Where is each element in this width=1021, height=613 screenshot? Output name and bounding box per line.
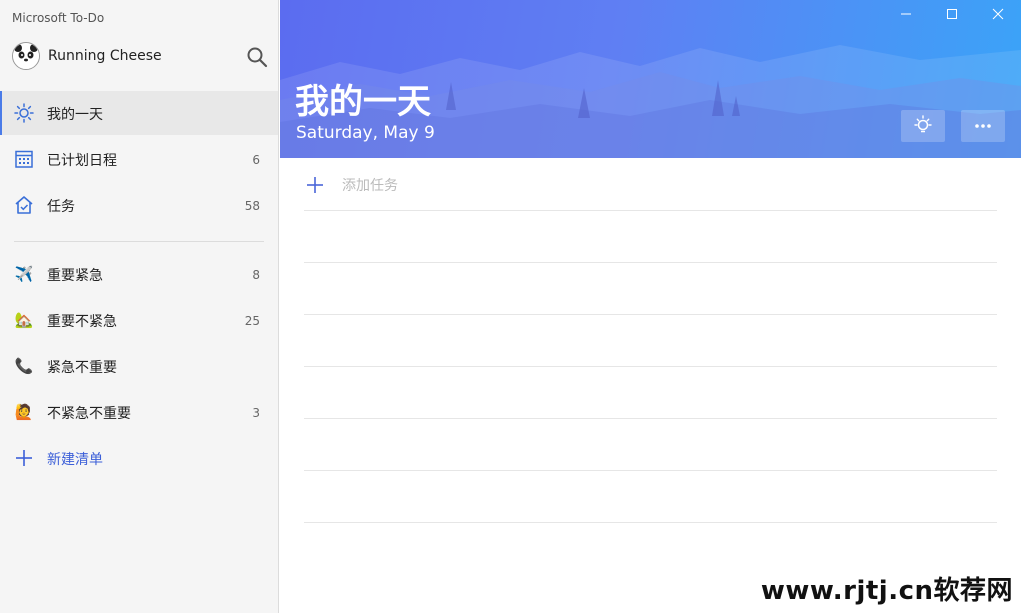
close-icon [992, 8, 1004, 20]
add-task-button[interactable] [304, 174, 326, 196]
more-options-button[interactable] [961, 110, 1005, 142]
list-item-label: 紧急不重要 [47, 360, 117, 376]
list-item-label: 重要紧急 [47, 268, 103, 284]
minimize-button[interactable] [883, 0, 929, 32]
minimize-icon [901, 13, 911, 15]
main-pane: 我的一天 Saturday, May 9 添加任务 www.rjtj.cn软荐网 [280, 0, 1021, 613]
list-item-important-urgent[interactable]: ✈️ 重要紧急 8 [0, 252, 278, 296]
new-list-button[interactable]: 新建清单 [0, 436, 278, 480]
page-title: 我的一天 [295, 82, 431, 122]
more-icon [975, 124, 991, 128]
home-icon [14, 195, 34, 215]
sidebar-item-label: 已计划日程 [47, 153, 117, 169]
watermark: www.rjtj.cn软荐网 [760, 570, 1013, 607]
task-list [304, 210, 997, 574]
list-item-count: 8 [252, 268, 260, 282]
empty-task-row [304, 262, 997, 314]
empty-task-row [304, 418, 997, 470]
list-item-count: 3 [252, 406, 260, 420]
plus-icon [14, 448, 34, 468]
close-button[interactable] [975, 0, 1021, 32]
user-name: Running Cheese [48, 48, 162, 64]
sidebar-item-label: 我的一天 [47, 107, 103, 123]
sidebar-divider [14, 241, 264, 242]
maximize-button[interactable] [929, 0, 975, 32]
list-item-urgent-not-important[interactable]: 📞 紧急不重要 [0, 344, 278, 388]
avatar[interactable] [12, 42, 40, 70]
suggestions-button[interactable] [901, 110, 945, 142]
empty-task-row [304, 210, 997, 262]
sun-icon [14, 103, 34, 123]
new-list-label: 新建清单 [47, 452, 103, 468]
search-button[interactable] [246, 46, 268, 68]
sidebar-item-count: 58 [244, 199, 260, 213]
sidebar-item-count: 6 [252, 153, 260, 167]
house-emoji-icon: 🏡 [14, 311, 34, 329]
sidebar-item-label: 任务 [47, 199, 75, 215]
sidebar-item-my-day[interactable]: 我的一天 [0, 91, 278, 135]
list-item-important-not-urgent[interactable]: 🏡 重要不紧急 25 [0, 298, 278, 342]
header-banner: 我的一天 Saturday, May 9 [280, 0, 1021, 158]
maximize-icon [947, 9, 957, 19]
phone-emoji-icon: 📞 [14, 357, 34, 375]
add-task-input[interactable] [340, 174, 844, 198]
list-item-count: 25 [244, 314, 260, 328]
panda-avatar-icon [13, 43, 39, 69]
profile[interactable]: Running Cheese [12, 42, 268, 72]
sidebar-item-tasks[interactable]: 任务 58 [0, 183, 278, 227]
sidebar-nav: 我的一天 已计划日程 6 任务 58 ✈️ 重要紧急 8 🏡 重要不紧急 25 … [0, 91, 278, 482]
search-icon [247, 47, 268, 68]
list-item-not-urgent-not-important[interactable]: 🙋 不紧急不重要 3 [0, 390, 278, 434]
app-title: Microsoft To-Do [12, 11, 105, 25]
calendar-icon [14, 149, 34, 169]
sidebar: Microsoft To-Do Running Cheese 我的一天 已计划日… [0, 0, 279, 613]
empty-task-row [304, 366, 997, 418]
empty-task-row [304, 522, 997, 574]
airplane-emoji-icon: ✈️ [14, 265, 34, 283]
plus-icon [307, 177, 323, 193]
empty-task-row [304, 470, 997, 522]
add-task-row [304, 170, 997, 210]
list-item-label: 重要不紧急 [47, 314, 117, 330]
person-emoji-icon: 🙋 [14, 403, 34, 421]
list-item-label: 不紧急不重要 [47, 406, 131, 422]
page-date: Saturday, May 9 [296, 123, 435, 143]
empty-task-row [304, 314, 997, 366]
sidebar-item-planned[interactable]: 已计划日程 6 [0, 137, 278, 181]
lightbulb-icon [914, 115, 932, 133]
